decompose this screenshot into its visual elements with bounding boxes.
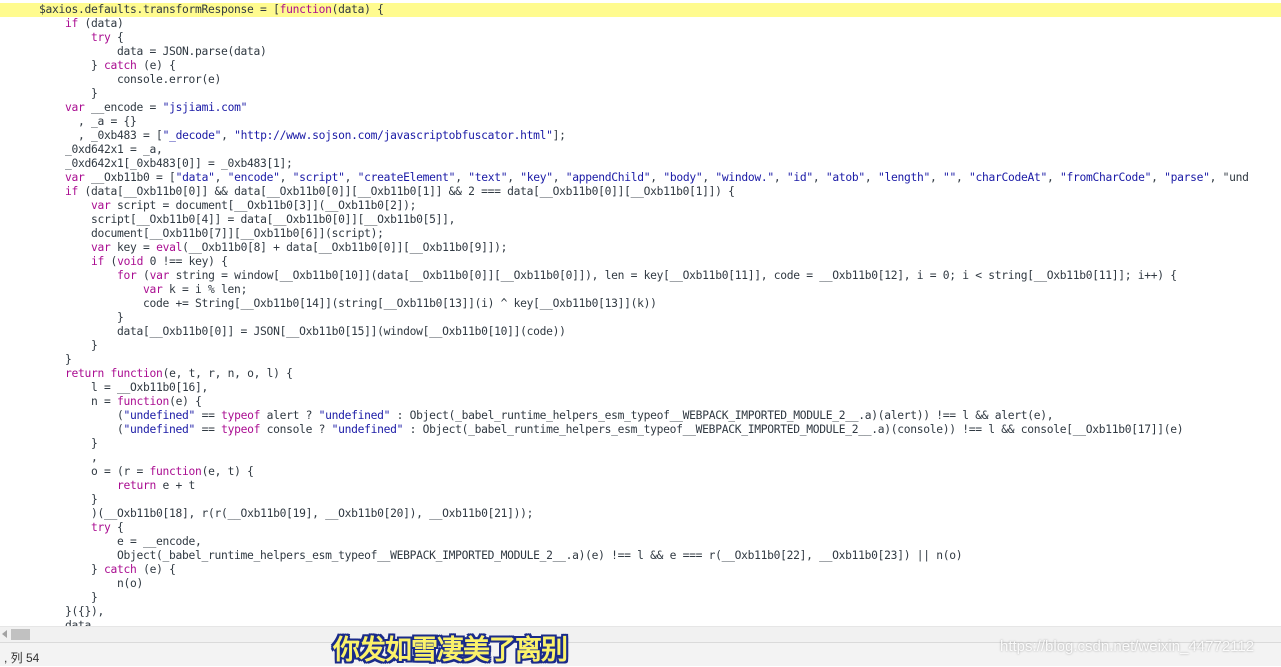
code-line: data = JSON.parse(data) (0, 45, 267, 59)
code-line-text: }({}), (65, 605, 105, 618)
code-line: data[__Oxb11b0[0]] = JSON[__Oxb11b0[15]]… (0, 325, 566, 339)
code-line-text: data = JSON.parse(data) (117, 45, 267, 58)
code-line: } (0, 311, 124, 325)
code-line-text: data (65, 619, 92, 626)
code-line: n(o) (0, 577, 143, 591)
code-line: try { (0, 31, 124, 45)
code-line: for (var string = window[__Oxb11b0[10]](… (0, 269, 1177, 283)
code-line: var key = eval(__Oxb11b0[8] + data[__Oxb… (0, 241, 507, 255)
code-line-text: n = function(e) { (91, 395, 202, 408)
code-line-text: )(__Oxb11b0[18], r(r(__Oxb11b0[19], __Ox… (91, 507, 534, 520)
code-line-text: try { (91, 31, 124, 44)
code-line-text: n(o) (117, 577, 144, 590)
scrollbar-thumb[interactable] (11, 629, 30, 640)
code-line-text: _0xd642x1[_0xb483[0]] = _0xb483[1]; (65, 157, 293, 170)
code-line-text: if (void 0 !== key) { (91, 255, 228, 268)
code-line-text: } catch (e) { (91, 563, 176, 576)
code-line-text: $axios.defaults.transformResponse = [fun… (39, 3, 384, 16)
code-line: } catch (e) { (0, 59, 176, 73)
code-line: script[__Oxb11b0[4]] = data[__Oxb11b0[0]… (0, 213, 455, 227)
code-line-text: } (65, 353, 72, 366)
code-line-text: } (91, 339, 98, 352)
code-line-text: script[__Oxb11b0[4]] = data[__Oxb11b0[0]… (91, 213, 456, 226)
code-line: } (0, 493, 98, 507)
code-line-text: , _0xb483 = ["_decode", "http://www.sojs… (78, 129, 566, 142)
code-line-text: ("undefined" == typeof alert ? "undefine… (117, 409, 1054, 422)
code-line: } (0, 87, 98, 101)
code-line-text: for (var string = window[__Oxb11b0[10]](… (117, 269, 1177, 282)
code-line-text: var key = eval(__Oxb11b0[8] + data[__Oxb… (91, 241, 508, 254)
code-line-text: e = __encode, (117, 535, 202, 548)
code-line: )(__Oxb11b0[18], r(r(__Oxb11b0[19], __Ox… (0, 507, 533, 521)
code-line: ("undefined" == typeof alert ? "undefine… (0, 409, 1054, 423)
code-line-text: var k = i % len; (143, 283, 248, 296)
watermark: https://blog.csdn.net/weixin_44772112 (1000, 638, 1255, 655)
code-line-text: if (data[__Oxb11b0[0]] && data[__Oxb11b0… (65, 185, 735, 198)
code-line-text: } (91, 591, 98, 604)
code-line: l = __Oxb11b0[16], (0, 381, 208, 395)
code-line: } (0, 437, 98, 451)
code-line-text: document[__Oxb11b0[7]][__Oxb11b0[6]](scr… (91, 227, 384, 240)
code-line: var k = i % len; (0, 283, 247, 297)
code-line: ("undefined" == typeof console ? "undefi… (0, 423, 1184, 437)
code-line-text: } (91, 87, 98, 100)
code-line: e = __encode, (0, 535, 202, 549)
code-line: o = (r = function(e, t) { (0, 465, 254, 479)
code-line: } (0, 339, 98, 353)
scroll-left-arrow-icon[interactable] (2, 630, 7, 638)
code-line-text: o = (r = function(e, t) { (91, 465, 254, 478)
code-line: , _a = {} (0, 115, 137, 129)
code-line: , (0, 451, 98, 465)
code-line: document[__Oxb11b0[7]][__Oxb11b0[6]](scr… (0, 227, 384, 241)
code-line: _0xd642x1[_0xb483[0]] = _0xb483[1]; (0, 157, 293, 171)
code-line-text: return function(e, t, r, n, o, l) { (65, 367, 293, 380)
code-line-text: console.error(e) (117, 73, 222, 86)
code-line: Object(_babel_runtime_helpers_esm_typeof… (0, 549, 962, 563)
code-line-text: } (117, 311, 124, 324)
code-line-text: data[__Oxb11b0[0]] = JSON[__Oxb11b0[15]]… (117, 325, 566, 338)
code-line: console.error(e) (0, 73, 221, 87)
code-line: if (void 0 !== key) { (0, 255, 228, 269)
code-line: data (0, 619, 91, 626)
code-line-text: var __encode = "jsjiami.com" (65, 101, 248, 114)
code-line-text: ("undefined" == typeof console ? "undefi… (117, 423, 1184, 436)
code-line-text: l = __Oxb11b0[16], (91, 381, 209, 394)
code-line: } catch (e) { (0, 563, 176, 577)
video-subtitle: 你发如雪凄美了离别 (333, 635, 568, 666)
code-line: if (data) (0, 17, 124, 31)
code-line-text: var script = document[__Oxb11b0[3]](__Ox… (91, 199, 417, 212)
code-line: try { (0, 521, 124, 535)
code-line: var __Oxb11b0 = ["data", "encode", "scri… (0, 171, 1249, 185)
code-line: if (data[__Oxb11b0[0]] && data[__Oxb11b0… (0, 185, 735, 199)
code-line: n = function(e) { (0, 395, 202, 409)
code-line: _0xd642x1 = _a, (0, 143, 163, 157)
code-line-text: if (data) (65, 17, 124, 30)
code-line-text: code += String[__Oxb11b0[14]](string[__O… (143, 297, 657, 310)
code-line-text: , _a = {} (78, 115, 137, 128)
code-line: return function(e, t, r, n, o, l) { (0, 367, 293, 381)
code-line-text: } catch (e) { (91, 59, 176, 72)
code-line: , _0xb483 = ["_decode", "http://www.sojs… (0, 129, 566, 143)
code-line-text: var __Oxb11b0 = ["data", "encode", "scri… (65, 171, 1249, 184)
code-line-text: Object(_babel_runtime_helpers_esm_typeof… (117, 549, 963, 562)
code-line-text: _0xd642x1 = _a, (65, 143, 163, 156)
code-line-text: } (91, 437, 98, 450)
code-line-text: , (91, 451, 98, 464)
code-editor[interactable]: $axios.defaults.transformResponse = [fun… (0, 0, 1281, 626)
code-line: $axios.defaults.transformResponse = [fun… (0, 3, 1281, 17)
code-line-text: return e + t (117, 479, 196, 492)
code-line: } (0, 353, 72, 367)
code-line-text: } (91, 493, 98, 506)
code-line: var script = document[__Oxb11b0[3]](__Ox… (0, 199, 416, 213)
code-line: var __encode = "jsjiami.com" (0, 101, 247, 115)
code-line: } (0, 591, 98, 605)
code-line: }({}), (0, 605, 104, 619)
code-line: code += String[__Oxb11b0[14]](string[__O… (0, 297, 657, 311)
code-line: return e + t (0, 479, 195, 493)
code-line-text: try { (91, 521, 124, 534)
cursor-position: , 列 54 (4, 651, 40, 665)
